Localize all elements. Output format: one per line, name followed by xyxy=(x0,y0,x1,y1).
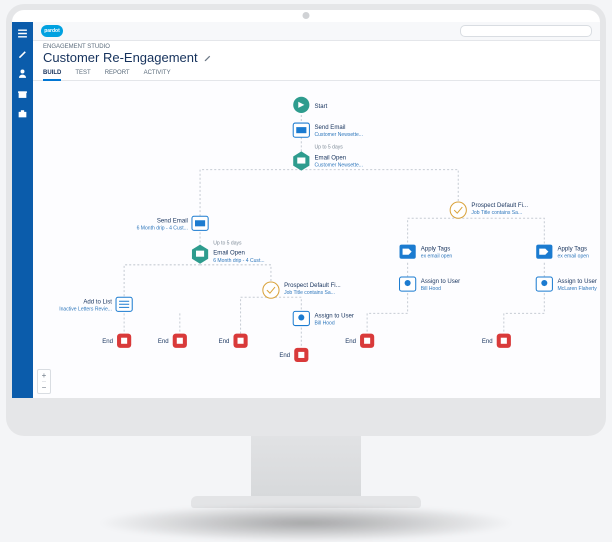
svg-text:Bill Hood: Bill Hood xyxy=(314,321,334,327)
svg-text:Start: Start xyxy=(314,104,327,110)
svg-text:Apply Tags: Apply Tags xyxy=(557,247,587,253)
svg-text:6 Month drip - 4 Cust...: 6 Month drip - 4 Cust... xyxy=(137,225,188,231)
monitor-bezel: pardot ENGAGEMENT STUDIO Customer Re-Eng… xyxy=(6,4,606,404)
node-start[interactable]: Start xyxy=(293,97,327,113)
node-send-email-2[interactable]: Send Email 6 Month drip - 4 Cust... xyxy=(137,216,209,231)
node-end-2[interactable]: End xyxy=(158,334,187,348)
node-apply-tags-1[interactable]: Apply Tags ex email open xyxy=(400,245,453,260)
briefcase-icon[interactable] xyxy=(17,108,28,119)
node-end-3[interactable]: End xyxy=(219,334,248,348)
zoom-out-button[interactable]: − xyxy=(42,381,47,393)
node-apply-tags-2[interactable]: Apply Tags ex email open xyxy=(536,245,589,260)
svg-text:Apply Tags: Apply Tags xyxy=(421,247,451,253)
node-email-open-2[interactable]: Up to 5 days Email Open 6 Month drip - 4… xyxy=(192,241,265,264)
svg-text:Send Email: Send Email xyxy=(314,125,345,131)
svg-text:ex email open: ex email open xyxy=(421,254,453,260)
svg-text:Assign to User: Assign to User xyxy=(557,279,596,285)
tab-activity[interactable]: ACTIVITY xyxy=(144,67,171,80)
tab-report[interactable]: REPORT xyxy=(105,67,130,80)
svg-text:End: End xyxy=(158,339,169,345)
svg-text:McLaren Flaherty: McLaren Flaherty xyxy=(557,286,597,292)
svg-text:Job Title contains Sa...: Job Title contains Sa... xyxy=(471,210,522,216)
node-prospect-default-1[interactable]: Prospect Default Fi... Job Title contain… xyxy=(263,282,341,298)
svg-text:End: End xyxy=(482,339,493,345)
salesforce-logo: pardot xyxy=(41,25,63,37)
monitor-stand-column xyxy=(251,436,361,496)
svg-text:Add to List: Add to List xyxy=(83,299,112,305)
svg-text:Customer Newsette...: Customer Newsette... xyxy=(314,132,363,138)
user-icon[interactable] xyxy=(17,68,28,79)
tab-build[interactable]: BUILD xyxy=(43,67,61,81)
svg-text:Send Email: Send Email xyxy=(157,218,188,224)
svg-text:6 Month drip - 4 Cust...: 6 Month drip - 4 Cust... xyxy=(213,258,264,264)
svg-text:Assign to User: Assign to User xyxy=(314,313,353,319)
node-email-open-1[interactable]: Up to 5 days Email Open Customer Newsett… xyxy=(293,144,363,170)
svg-text:Up to 5 days: Up to 5 days xyxy=(314,144,343,150)
breadcrumb: ENGAGEMENT STUDIO xyxy=(33,41,600,50)
edit-title-icon[interactable] xyxy=(203,53,212,62)
app-screen: pardot ENGAGEMENT STUDIO Customer Re-Eng… xyxy=(12,22,600,398)
node-end-4[interactable]: End xyxy=(279,348,308,362)
gift-icon[interactable] xyxy=(17,88,28,99)
search-input[interactable] xyxy=(460,25,592,37)
node-add-to-list[interactable]: Add to List Inactive Letters Revie... xyxy=(59,297,132,312)
svg-text:Email Open: Email Open xyxy=(213,251,245,257)
svg-text:Assign to User: Assign to User xyxy=(421,279,460,285)
svg-text:Bill Hood: Bill Hood xyxy=(421,286,441,292)
svg-text:ex email open: ex email open xyxy=(557,254,589,260)
svg-text:Prospect Default Fi...: Prospect Default Fi... xyxy=(284,283,341,289)
node-end-5[interactable]: End xyxy=(345,334,374,348)
svg-text:End: End xyxy=(345,339,356,345)
node-assign-user-2[interactable]: Assign to User Bill Hood xyxy=(400,277,461,292)
node-end-1[interactable]: End xyxy=(102,334,131,348)
menu-icon[interactable] xyxy=(17,28,28,39)
monitor-shadow xyxy=(96,504,516,542)
svg-text:End: End xyxy=(219,339,230,345)
svg-text:Email Open: Email Open xyxy=(314,156,346,162)
main-area: pardot ENGAGEMENT STUDIO Customer Re-Eng… xyxy=(33,22,600,398)
top-bar: pardot xyxy=(33,22,600,41)
svg-text:Inactive Letters Revie...: Inactive Letters Revie... xyxy=(59,306,112,312)
tab-bar: BUILD TEST REPORT ACTIVITY xyxy=(33,67,600,81)
flow-canvas[interactable]: Start Send Email Customer Newsette... Up… xyxy=(33,81,600,398)
svg-text:Job Title contains Sa...: Job Title contains Sa... xyxy=(284,290,335,296)
monitor-chin xyxy=(6,404,606,436)
svg-text:Customer Newsette...: Customer Newsette... xyxy=(314,163,363,169)
node-send-email-1[interactable]: Send Email Customer Newsette... xyxy=(293,123,363,138)
node-end-6[interactable]: End xyxy=(482,334,511,348)
node-prospect-default-2[interactable]: Prospect Default Fi... Job Title contain… xyxy=(450,202,528,218)
svg-text:End: End xyxy=(279,353,290,359)
page-title: Customer Re-Engagement xyxy=(33,50,600,67)
svg-text:End: End xyxy=(102,339,113,345)
node-assign-user-1[interactable]: Assign to User Bill Hood xyxy=(293,311,354,326)
zoom-in-button[interactable]: + xyxy=(42,370,47,381)
tab-test[interactable]: TEST xyxy=(75,67,90,80)
edit-icon[interactable] xyxy=(17,48,28,59)
svg-text:Up to 5 days: Up to 5 days xyxy=(213,241,242,247)
page-title-text: Customer Re-Engagement xyxy=(43,50,198,65)
svg-text:Prospect Default Fi...: Prospect Default Fi... xyxy=(471,203,528,209)
flow-diagram: Start Send Email Customer Newsette... Up… xyxy=(33,81,600,398)
zoom-control: + − xyxy=(37,369,51,394)
camera-dot xyxy=(303,12,310,19)
left-nav-rail xyxy=(12,22,33,398)
node-assign-user-3[interactable]: Assign to User McLaren Flaherty xyxy=(536,277,597,292)
